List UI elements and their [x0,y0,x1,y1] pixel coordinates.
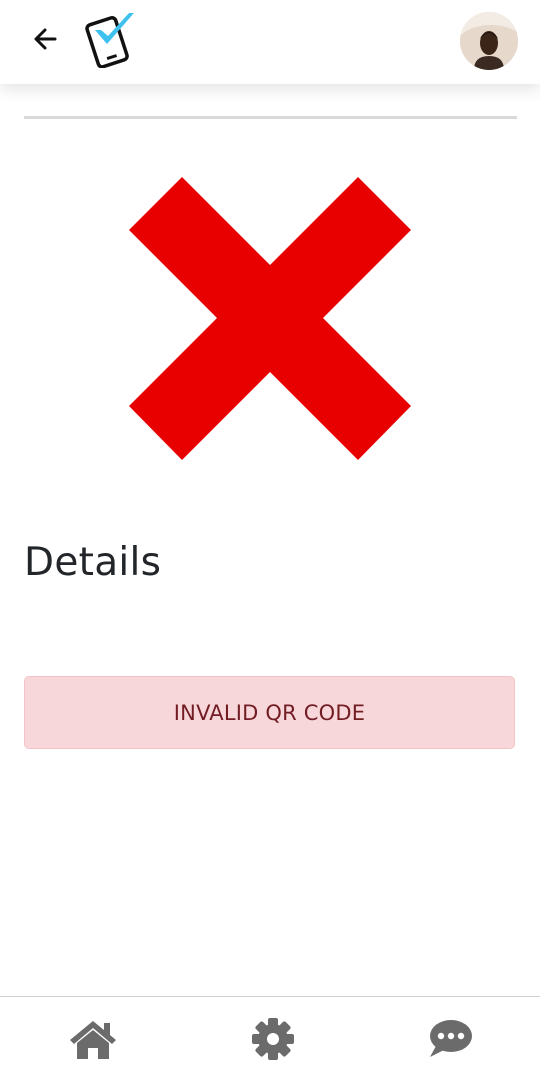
top-app-bar [0,0,540,84]
gear-icon [252,1018,294,1060]
nav-chat-button[interactable] [424,1015,476,1063]
arrow-left-icon [34,28,57,50]
nav-home-button[interactable] [67,1015,119,1063]
details-heading: Details [24,540,162,585]
back-button[interactable] [28,22,62,56]
phone-check-logo-icon [85,13,134,69]
red-x-icon [129,177,411,460]
user-avatar-icon [460,12,518,70]
header-divider [24,116,517,119]
app-logo[interactable] [82,10,140,69]
invalid-status-graphic [129,177,411,460]
home-icon [70,1021,116,1059]
alert-message: INVALID QR CODE [173,700,366,725]
bottom-navigation [0,996,540,1081]
nav-settings-button[interactable] [247,1015,299,1063]
invalid-qr-alert: INVALID QR CODE [24,676,515,749]
chat-bubble-icon [430,1020,472,1057]
user-avatar[interactable] [460,12,518,70]
